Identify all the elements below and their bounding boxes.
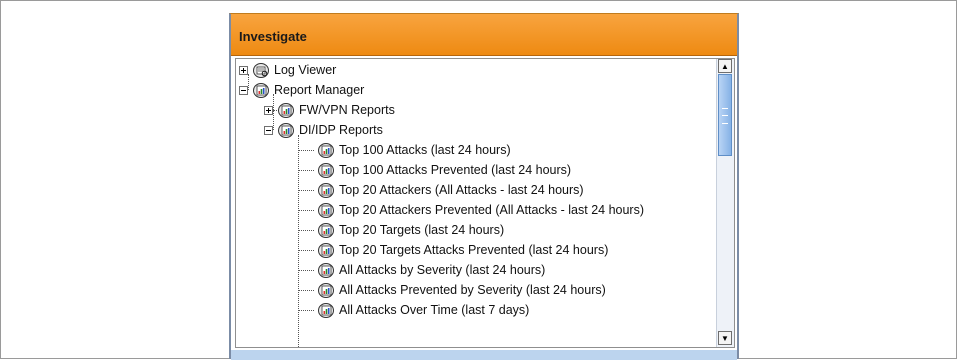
- collapse-icon[interactable]: [239, 85, 248, 95]
- tree-connector: [298, 135, 299, 347]
- report-item[interactable]: Top 20 Targets (last 24 hours): [316, 220, 504, 240]
- report-item[interactable]: Top 100 Attacks (last 24 hours): [316, 140, 511, 160]
- report-item[interactable]: All Attacks Over Time (last 7 days): [316, 300, 529, 320]
- down-arrow-icon: ▼: [721, 333, 729, 343]
- tree-connector: [298, 150, 314, 151]
- tree-node-label: DI/IDP Reports: [299, 123, 383, 137]
- report-chart-icon: [318, 202, 334, 218]
- report-label: All Attacks by Severity (last 24 hours): [339, 263, 546, 277]
- scroll-up-button[interactable]: ▲: [718, 59, 732, 73]
- grip-icon: [722, 108, 728, 124]
- collapse-icon[interactable]: [264, 125, 273, 135]
- report-chart-icon: [318, 302, 334, 318]
- report-item[interactable]: Top 20 Attackers (All Attacks - last 24 …: [316, 180, 584, 200]
- tree-connector: [298, 230, 314, 231]
- report-chart-icon: [318, 222, 334, 238]
- report-folder-icon: [278, 102, 294, 118]
- report-chart-icon: [318, 242, 334, 258]
- report-chart-icon: [318, 182, 334, 198]
- investigate-panel: Investigate Log Viewer Report Manager FW…: [229, 13, 739, 360]
- report-label: Top 20 Targets Attacks Prevented (last 2…: [339, 243, 609, 257]
- tree-connector: [298, 190, 314, 191]
- report-label: All Attacks Over Time (last 7 days): [339, 303, 530, 317]
- report-item[interactable]: Top 100 Attacks Prevented (last 24 hours…: [316, 160, 571, 180]
- report-item[interactable]: All Attacks by Severity (last 24 hours): [316, 260, 545, 280]
- report-item[interactable]: Top 20 Targets Attacks Prevented (last 2…: [316, 240, 608, 260]
- up-arrow-icon: ▲: [721, 61, 729, 71]
- report-folder-icon: [278, 122, 294, 138]
- report-label: Top 20 Attackers (All Attacks - last 24 …: [339, 183, 584, 197]
- tree-view[interactable]: Log Viewer Report Manager FW/VPN Reports…: [235, 58, 735, 348]
- report-item[interactable]: Top 20 Attackers Prevented (All Attacks …: [316, 200, 644, 220]
- tree-connector: [298, 290, 314, 291]
- report-chart-icon: [318, 162, 334, 178]
- scroll-thumb[interactable]: [718, 74, 732, 156]
- report-manager-icon: [253, 82, 269, 98]
- expand-icon[interactable]: [239, 65, 248, 75]
- report-label: Top 100 Attacks (last 24 hours): [339, 143, 511, 157]
- vertical-scrollbar[interactable]: ▲ ▼: [716, 59, 734, 347]
- tree-connector: [298, 210, 314, 211]
- report-chart-icon: [318, 142, 334, 158]
- scroll-down-button[interactable]: ▼: [718, 331, 732, 345]
- report-label: All Attacks Prevented by Severity (last …: [339, 283, 606, 297]
- report-item[interactable]: All Attacks Prevented by Severity (last …: [316, 280, 606, 300]
- tree-node-log-viewer[interactable]: Log Viewer: [239, 60, 336, 80]
- panel-title: Investigate: [239, 29, 307, 44]
- tree-connector: [298, 270, 314, 271]
- report-label: Top 20 Attackers Prevented (All Attacks …: [339, 203, 645, 217]
- tree-node-label: Log Viewer: [274, 63, 337, 77]
- tree-node-di-idp-reports[interactable]: DI/IDP Reports: [264, 120, 383, 140]
- expand-icon[interactable]: [264, 105, 273, 115]
- tree-node-fw-vpn-reports[interactable]: FW/VPN Reports: [264, 100, 395, 120]
- report-chart-icon: [318, 262, 334, 278]
- tree-connector: [298, 250, 314, 251]
- tree-node-label: Report Manager: [274, 83, 365, 97]
- tree-connector: [298, 170, 314, 171]
- panel-header: Investigate: [231, 14, 737, 56]
- tree-node-label: FW/VPN Reports: [299, 103, 395, 117]
- log-viewer-icon: [253, 62, 269, 78]
- report-label: Top 20 Targets (last 24 hours): [339, 223, 505, 237]
- tree-node-report-manager[interactable]: Report Manager: [239, 80, 364, 100]
- report-label: Top 100 Attacks Prevented (last 24 hours…: [339, 163, 572, 177]
- tree-connector: [298, 310, 314, 311]
- report-chart-icon: [318, 282, 334, 298]
